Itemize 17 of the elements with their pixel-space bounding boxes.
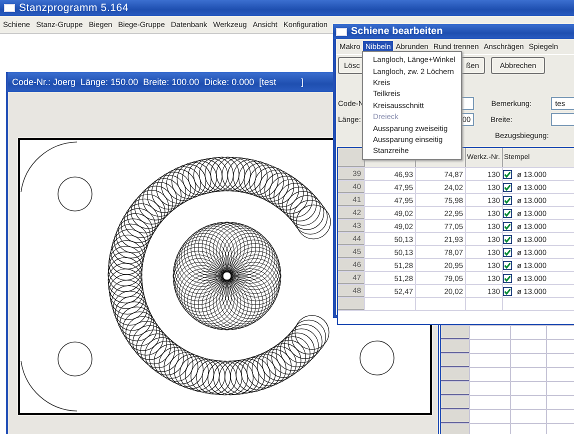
checkbox[interactable] <box>503 286 512 296</box>
window-icon <box>336 28 347 36</box>
checkbox[interactable] <box>503 208 512 218</box>
dialog-title: Schiene bearbeiten <box>351 26 443 37</box>
window-icon <box>4 4 15 12</box>
checkbox[interactable] <box>503 182 512 192</box>
checkbox[interactable] <box>503 196 512 204</box>
checkbox[interactable] <box>503 234 512 244</box>
window-title: Code-Nr.: Joerg Länge: 150.00 Breite: 100.00 Dicke: 0.000 [test ] <box>12 77 304 87</box>
window-title: Stanzprogramm 5.164 <box>19 2 129 14</box>
checkbox[interactable] <box>503 248 512 256</box>
checkbox[interactable] <box>503 170 512 178</box>
checkbox[interactable] <box>503 274 512 282</box>
input-field[interactable] <box>550 112 574 126</box>
checkbox[interactable] <box>503 260 512 270</box>
checkbox[interactable] <box>503 222 512 230</box>
row-header <box>338 298 364 310</box>
